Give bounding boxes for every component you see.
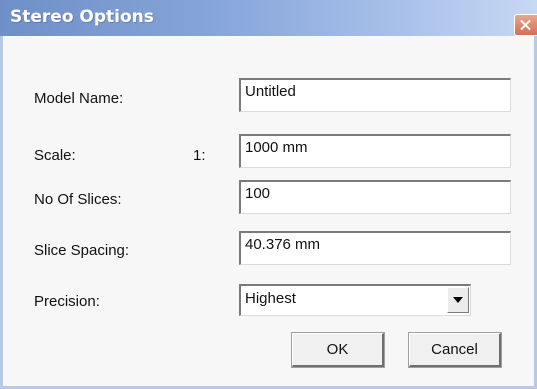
title-bar[interactable]: Stereo Options [0,0,537,36]
cancel-button[interactable]: Cancel [408,332,502,368]
precision-select-value: Highest [245,290,296,307]
scale-ratio-prefix: 1: [193,147,206,164]
scale-label: Scale: [34,147,76,164]
slices-label: No Of Slices: [34,191,122,208]
close-button[interactable] [514,14,537,36]
slice-spacing-input[interactable]: 40.376 mm [239,231,511,265]
slices-input[interactable]: 100 [239,180,511,214]
window-title: Stereo Options [10,7,154,27]
precision-label: Precision: [34,293,100,310]
scale-input[interactable]: 1000 mm [239,134,511,168]
stereo-options-dialog: Stereo Options Model Name: Untitled Scal… [0,0,537,389]
precision-select[interactable]: Highest [239,284,471,316]
model-name-input[interactable]: Untitled [239,78,511,112]
slice-spacing-label: Slice Spacing: [34,242,130,259]
ok-button[interactable]: OK [291,332,385,368]
dropdown-arrow-icon[interactable] [447,287,469,313]
model-name-label: Model Name: [34,90,124,107]
